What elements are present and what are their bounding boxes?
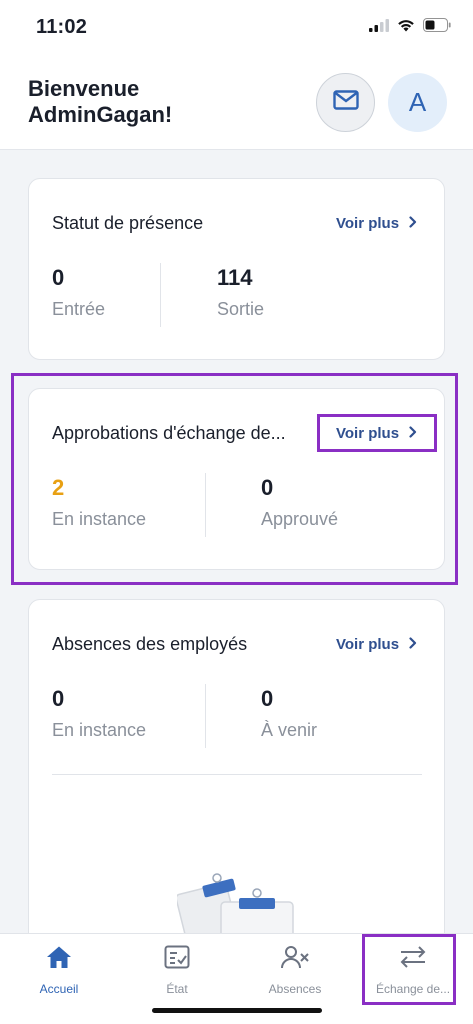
- presence-status-card: Statut de présence Voir plus 0 Entrée 11…: [28, 178, 445, 360]
- presence-see-more-link[interactable]: Voir plus: [336, 215, 417, 232]
- status-bar: 11:02: [0, 0, 473, 56]
- chevron-right-icon: [409, 636, 417, 653]
- user-x-icon: [280, 944, 310, 970]
- welcome-username: AdminGagan!: [28, 102, 173, 127]
- see-more-highlight: [317, 414, 437, 452]
- stat-divider: [205, 684, 206, 748]
- stat-divider: [160, 263, 161, 327]
- exchange-tab-highlight: [362, 934, 456, 1005]
- home-icon: [46, 944, 72, 970]
- see-more-label: Voir plus: [336, 215, 400, 232]
- envelope-icon: [332, 90, 359, 115]
- tab-home[interactable]: Accueil: [0, 934, 118, 1004]
- see-more-label: Voir plus: [336, 636, 400, 653]
- status-icons: [369, 18, 451, 37]
- absences-upcoming-label: À venir: [261, 720, 318, 740]
- absences-pending-count: 0: [52, 686, 65, 711]
- avatar[interactable]: A: [388, 73, 447, 132]
- app-header: Bienvenue AdminGagan! A: [0, 56, 473, 150]
- card-title: Absences des employés: [52, 634, 248, 654]
- welcome-line-1: Bienvenue: [28, 76, 140, 101]
- avatar-initial: A: [408, 87, 427, 117]
- exits-label: Sortie: [217, 299, 265, 319]
- entries-count: 0: [52, 265, 65, 290]
- chevron-right-icon: [409, 215, 417, 232]
- tab-absences[interactable]: Absences: [236, 934, 354, 1004]
- entries-label: Entrée: [52, 299, 106, 319]
- employee-absences-card: Absences des employés Voir plus 0 En ins…: [28, 599, 445, 959]
- wifi-icon: [397, 18, 415, 37]
- absences-pending-label: En instance: [52, 720, 147, 740]
- status-time: 11:02: [36, 16, 88, 38]
- battery-icon: [423, 18, 451, 37]
- home-indicator: [152, 1008, 322, 1013]
- checklist-icon: [164, 944, 190, 970]
- signal-icon: [369, 18, 389, 37]
- messages-button[interactable]: [316, 73, 375, 132]
- tab-status[interactable]: État: [118, 934, 236, 1004]
- tab-label: Accueil: [39, 982, 79, 996]
- absences-upcoming-count: 0: [261, 686, 274, 711]
- absences-see-more-link[interactable]: Voir plus: [336, 636, 417, 653]
- exits-count: 114: [217, 265, 253, 290]
- card-title: Statut de présence: [52, 213, 204, 233]
- exchange-card-highlight: [11, 373, 458, 585]
- tab-label: État: [166, 982, 188, 996]
- section-divider: [52, 774, 422, 775]
- tab-label: Absences: [268, 982, 322, 996]
- welcome-title: Bienvenue AdminGagan!: [28, 76, 172, 128]
